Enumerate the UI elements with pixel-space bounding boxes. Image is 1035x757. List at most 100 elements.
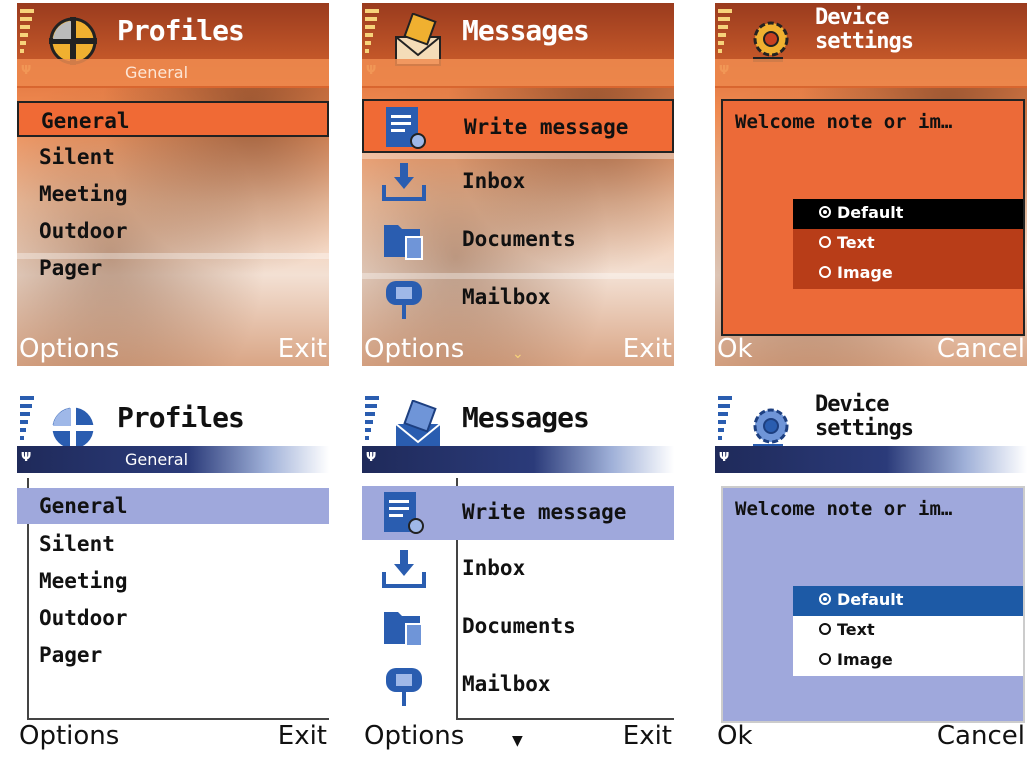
profiles-screen-blue: Profiles Ψ General General Silent Meetin… bbox=[17, 390, 329, 753]
dialog-title: Welcome note or im… bbox=[735, 498, 953, 520]
radio-list: Default Text Image bbox=[793, 199, 1023, 289]
radio-icon bbox=[819, 236, 831, 248]
radio-option-default[interactable]: Default bbox=[793, 199, 1023, 229]
page-title: Profiles bbox=[117, 14, 245, 47]
header: Device settings Ψ bbox=[715, 390, 1027, 475]
antenna-icon: Ψ bbox=[21, 450, 32, 464]
documents-icon bbox=[384, 612, 423, 647]
radio-option-image[interactable]: Image bbox=[793, 259, 1023, 289]
write-message-icon bbox=[384, 492, 424, 534]
page-title: Messages bbox=[462, 14, 590, 47]
radio-option-default[interactable]: Default bbox=[793, 586, 1023, 616]
exit-softkey[interactable]: Exit bbox=[278, 334, 327, 364]
exit-softkey[interactable]: Exit bbox=[623, 334, 672, 364]
subtitle-bar: Ψ General bbox=[17, 446, 329, 473]
softkey-bar: Options Exit bbox=[17, 332, 329, 366]
list-item-general[interactable]: General bbox=[17, 101, 329, 137]
radio-option-text[interactable]: Text bbox=[793, 616, 1023, 646]
signal-bars-icon bbox=[718, 9, 738, 59]
signal-bars-icon bbox=[20, 9, 40, 59]
exit-softkey[interactable]: Exit bbox=[623, 721, 672, 751]
page-title-line2: settings bbox=[815, 416, 914, 441]
signal-bars-icon bbox=[718, 396, 738, 446]
menu-item-documents[interactable]: Documents bbox=[362, 213, 674, 267]
menu-item-mailbox[interactable]: Mailbox bbox=[362, 271, 674, 325]
signal-bars-icon bbox=[20, 396, 40, 446]
list-item-outdoor[interactable]: Outdoor bbox=[17, 600, 329, 636]
softkey-bar: Options Exit bbox=[17, 719, 329, 753]
radio-selected-icon bbox=[819, 593, 831, 605]
radio-icon bbox=[819, 653, 831, 665]
softkey-bar: Options ▼ Exit bbox=[362, 719, 674, 753]
menu-item-write-message[interactable]: Write message bbox=[362, 99, 674, 153]
cancel-softkey[interactable]: Cancel bbox=[937, 334, 1025, 364]
options-softkey[interactable]: Options bbox=[19, 334, 119, 364]
profiles-screen-orange: Ψ Profiles General General Silent Meetin… bbox=[17, 3, 329, 366]
radio-option-image[interactable]: Image bbox=[793, 646, 1023, 676]
options-softkey[interactable]: Options bbox=[19, 721, 119, 751]
list-item-meeting[interactable]: Meeting bbox=[17, 563, 329, 599]
selection-dialog: Welcome note or im… Default Text Image bbox=[721, 486, 1025, 723]
device-settings-screen-blue: Device settings Ψ Welcome note or im… De… bbox=[715, 390, 1027, 753]
scroll-down-arrow-icon: ▼ bbox=[512, 733, 523, 749]
radio-icon bbox=[819, 623, 831, 635]
header: Ψ Messages bbox=[362, 3, 674, 88]
inbox-icon bbox=[382, 163, 426, 201]
exit-softkey[interactable]: Exit bbox=[278, 721, 327, 751]
header: Messages Ψ bbox=[362, 390, 674, 475]
page-title: Messages bbox=[462, 401, 590, 434]
list-item-general[interactable]: General bbox=[17, 488, 329, 524]
mailbox-icon bbox=[386, 668, 422, 706]
documents-icon bbox=[384, 225, 423, 260]
radio-icon bbox=[819, 266, 831, 278]
signal-bars-icon bbox=[365, 396, 385, 446]
messages-screen-blue: Messages Ψ Write message Inbox Documents bbox=[362, 390, 674, 753]
list-item-meeting[interactable]: Meeting bbox=[17, 176, 329, 212]
mailbox-icon bbox=[386, 281, 422, 319]
softkey-bar: Ok Cancel bbox=[715, 719, 1027, 753]
subtitle-bar: Ψ bbox=[715, 446, 1027, 473]
inbox-icon bbox=[382, 550, 426, 588]
dialog-title: Welcome note or im… bbox=[735, 111, 953, 133]
write-message-icon bbox=[386, 107, 426, 149]
softkey-bar: Ok Cancel bbox=[715, 332, 1027, 366]
menu-item-inbox[interactable]: Inbox bbox=[362, 542, 674, 596]
header: Ψ Profiles General bbox=[17, 3, 329, 88]
page-title-line1: Device bbox=[815, 5, 889, 30]
list-item-pager[interactable]: Pager bbox=[17, 250, 329, 286]
page-title-line1: Device bbox=[815, 392, 889, 417]
radio-option-text[interactable]: Text bbox=[793, 229, 1023, 259]
menu-item-write-message[interactable]: Write message bbox=[362, 486, 674, 540]
subtitle-bar: Ψ bbox=[362, 446, 674, 473]
ok-softkey[interactable]: Ok bbox=[717, 334, 753, 364]
menu-item-mailbox[interactable]: Mailbox bbox=[362, 658, 674, 712]
page-title: Profiles bbox=[117, 401, 245, 434]
menu-item-inbox[interactable]: Inbox bbox=[362, 155, 674, 209]
radio-selected-icon bbox=[819, 206, 831, 218]
antenna-icon: Ψ bbox=[719, 450, 730, 464]
subtitle-bar: General bbox=[17, 59, 329, 86]
selection-dialog: Welcome note or im… Default Text Image bbox=[721, 99, 1025, 336]
page-title-line2: settings bbox=[815, 29, 914, 54]
device-settings-screen-orange: Ψ Device settings Welcome note or im… De… bbox=[715, 3, 1027, 366]
list-item-silent[interactable]: Silent bbox=[17, 139, 329, 175]
header: Profiles Ψ General bbox=[17, 390, 329, 475]
list-item-pager[interactable]: Pager bbox=[17, 637, 329, 673]
subtitle-bar bbox=[362, 59, 674, 86]
signal-bars-icon bbox=[365, 9, 385, 59]
options-softkey[interactable]: Options bbox=[364, 334, 464, 364]
options-softkey[interactable]: Options bbox=[364, 721, 464, 751]
ok-softkey[interactable]: Ok bbox=[717, 721, 753, 751]
header: Ψ Device settings bbox=[715, 3, 1027, 88]
subtitle: General bbox=[125, 63, 189, 82]
messages-screen-orange: Ψ Messages Write message Inbox Documents bbox=[362, 3, 674, 366]
menu-item-documents[interactable]: Documents bbox=[362, 600, 674, 654]
cancel-softkey[interactable]: Cancel bbox=[937, 721, 1025, 751]
antenna-icon: Ψ bbox=[366, 450, 377, 464]
list-item-silent[interactable]: Silent bbox=[17, 526, 329, 562]
scroll-down-arrow-icon: ⌄ bbox=[512, 346, 524, 362]
list-item-outdoor[interactable]: Outdoor bbox=[17, 213, 329, 249]
softkey-bar: Options ⌄ Exit bbox=[362, 332, 674, 366]
subtitle-bar bbox=[715, 59, 1027, 86]
subtitle: General bbox=[125, 450, 189, 469]
